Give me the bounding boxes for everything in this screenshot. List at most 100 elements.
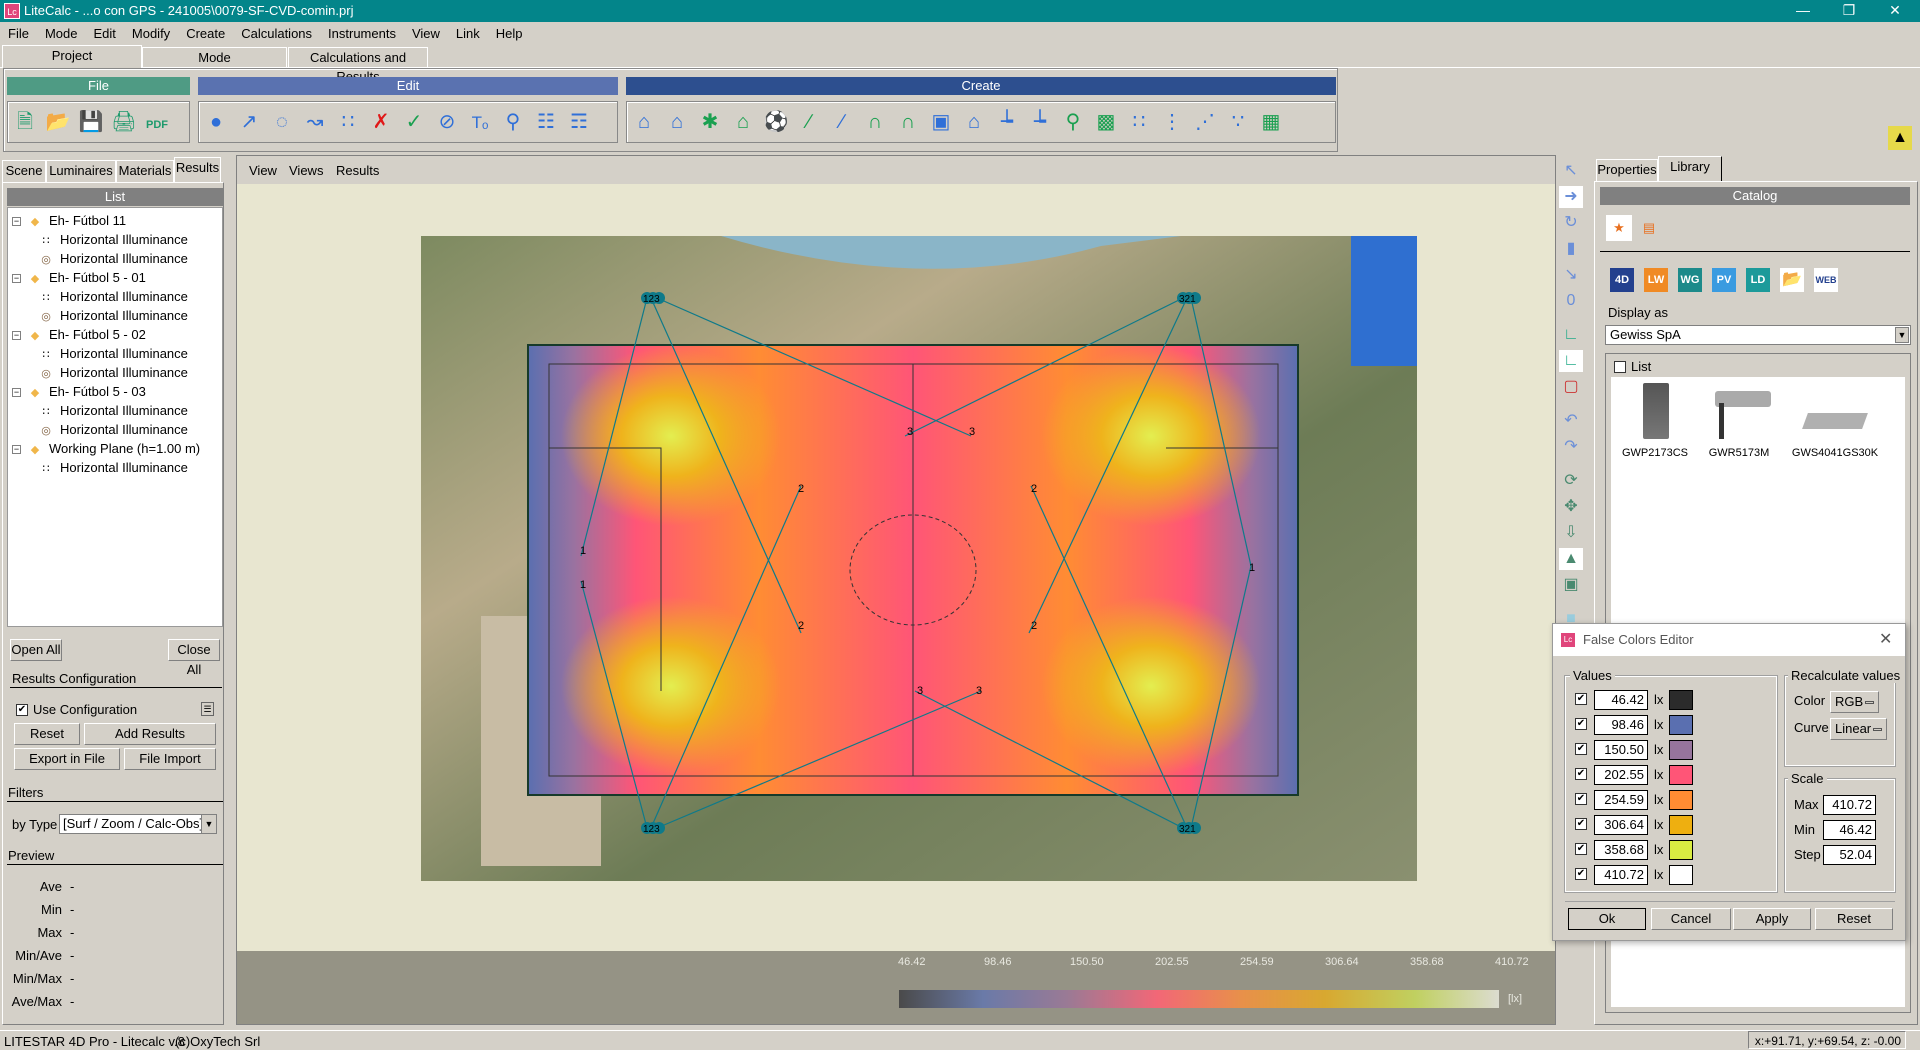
web-source-icon[interactable]: WEB [1814,268,1838,292]
circle-points-icon[interactable]: ◌ [268,108,296,136]
building-road-icon[interactable]: ⌂ [630,108,658,136]
color-swatch[interactable] [1669,765,1693,785]
tab-project[interactable]: Project [2,45,142,68]
min-input[interactable]: 46.42 [1823,820,1876,840]
tree-leaf[interactable]: ∷ Horizontal Illuminance [38,344,188,363]
down-icon[interactable]: ⇩ [1559,522,1583,544]
axes-icon[interactable]: ∟ [1559,324,1583,346]
value-enable-checkbox[interactable]: ✔ [1575,693,1587,705]
collapse-icon[interactable]: − [12,388,21,397]
list-checkbox[interactable] [1614,361,1626,373]
hierarchy-icon[interactable]: ☷ [532,108,560,136]
ok-button[interactable]: Ok [1568,908,1646,930]
dialog-close-button[interactable]: ✕ [1879,629,1892,649]
chevron-down-icon[interactable]: ▼ [201,815,216,833]
tab-materials[interactable]: Materials [116,160,174,182]
color-swatch[interactable] [1669,865,1693,885]
menu-mode[interactable]: Mode [37,22,86,41]
tab-scene[interactable]: Scene [2,160,46,182]
lamp-icon[interactable]: ▲ [1888,126,1912,150]
add-point-icon[interactable]: ● [202,108,230,136]
value-enable-checkbox[interactable]: ✔ [1575,793,1587,805]
scale-icon[interactable]: ▮ [1559,238,1583,260]
value-enable-checkbox[interactable]: ✔ [1575,868,1587,880]
redo-icon[interactable]: ↷ [1559,436,1583,458]
value-input[interactable]: 98.46 [1594,715,1648,735]
tree-node[interactable]: − ◆ Eh- Fútbol 5 - 03 [12,382,146,401]
menu-edit[interactable]: Edit [85,22,123,41]
4d-source-icon[interactable]: 4D [1610,268,1634,292]
mouse-icon[interactable]: ▲ [1559,548,1583,570]
new-file-icon[interactable]: 🗎 [11,108,39,136]
menu-link[interactable]: Link [448,22,488,41]
display-as-select[interactable]: Gewiss SpA ▼ [1605,325,1911,345]
room-icon[interactable]: ▣ [927,108,955,136]
grid-array-icon[interactable]: ∷ [1125,108,1153,136]
reset-button[interactable]: Reset [14,723,80,745]
text-icon[interactable]: Tₒ [466,109,494,137]
tree-leaf[interactable]: ∷ Horizontal Illuminance [38,401,188,420]
ld-source-icon[interactable]: LD [1746,268,1770,292]
color-swatch[interactable] [1669,715,1693,735]
value-enable-checkbox[interactable]: ✔ [1575,843,1587,855]
select-arrow-icon[interactable]: ↖ [1559,160,1583,182]
menu-help[interactable]: Help [488,22,531,41]
surface-polygon-icon[interactable]: ┶ [1026,108,1054,136]
zero-icon[interactable]: 0 [1559,290,1583,312]
tab-mode[interactable]: Mode [142,47,287,68]
circle-array-icon[interactable]: ⋮ [1158,108,1186,136]
orbit-icon[interactable]: ⟳ [1559,470,1583,492]
menu-file[interactable]: File [0,22,37,41]
tunnel-road-icon[interactable]: ∩ [861,108,889,136]
local-axes-icon[interactable]: ∟ [1559,350,1583,372]
tab-luminaires[interactable]: Luminaires [46,160,116,182]
tree-node[interactable]: − ◆ Working Plane (h=1.00 m) [12,439,200,458]
color-select[interactable]: RGB [1830,691,1879,713]
view-menu-views[interactable]: Views [289,163,323,178]
tree-leaf[interactable]: ∷ Horizontal Illuminance [38,230,188,249]
outdoor-house-icon[interactable]: ⌂ [729,108,757,136]
tab-properties[interactable]: Properties [1596,159,1658,181]
color-swatch[interactable] [1669,840,1693,860]
product-item[interactable]: GWS4041GS30K [1785,383,1885,469]
apply-button[interactable]: Apply [1733,908,1811,930]
lw-source-icon[interactable]: LW [1644,268,1668,292]
close-all-button[interactable]: Close All [168,639,220,677]
line-points-icon[interactable]: ↗ [235,108,263,136]
tunnel-icon[interactable]: ∩ [894,108,922,136]
wall-surface-icon[interactable]: ▩ [1092,108,1120,136]
value-enable-checkbox[interactable]: ✔ [1575,768,1587,780]
restore-button[interactable]: ❐ [1826,0,1872,22]
chevron-down-icon[interactable]: ▼ [1895,327,1909,343]
3d-viewport[interactable]: 123 321 123 321 3 3 2 2 2 2 1 1 1 3 3 [237,184,1555,979]
value-input[interactable]: 358.68 [1594,840,1648,860]
move-icon[interactable]: ➜ [1559,186,1583,208]
collapse-icon[interactable]: − [12,217,21,226]
value-enable-checkbox[interactable]: ✔ [1575,718,1587,730]
tab-calculations-results[interactable]: Calculations and Results [288,47,428,84]
product-item[interactable]: GWP2173CS [1617,383,1693,469]
open-all-button[interactable]: Open All [10,639,62,661]
collapse-icon[interactable]: − [12,274,21,283]
cancel-button[interactable]: Cancel [1651,908,1731,930]
tab-library[interactable]: Library [1658,156,1722,181]
sofa-catalog-icon[interactable]: ▤ [1636,215,1662,241]
value-input[interactable]: 254.59 [1594,790,1648,810]
tree-leaf[interactable]: ∷ Horizontal Illuminance [38,458,188,477]
luminaire-catalog-icon[interactable]: ★ [1606,215,1632,241]
fit-view-icon[interactable]: ▣ [1559,574,1583,596]
luminaire-pole-icon[interactable]: ⚲ [1059,108,1087,136]
use-config-checkbox[interactable]: ✔ [16,704,28,716]
outdoor-area-icon[interactable]: ✱ [696,108,724,136]
value-input[interactable]: 46.42 [1594,690,1648,710]
curve-select[interactable]: Linear [1830,718,1887,740]
value-enable-checkbox[interactable]: ✔ [1575,743,1587,755]
value-input[interactable]: 202.55 [1594,765,1648,785]
tree-node[interactable]: − ◆ Eh- Fútbol 5 - 02 [12,325,146,344]
color-swatch[interactable] [1669,790,1693,810]
house-icon[interactable]: ⌂ [663,108,691,136]
pair-array-icon[interactable]: ∵ [1224,108,1252,136]
validate-points-icon[interactable]: ✓ [400,108,428,136]
color-swatch[interactable] [1669,740,1693,760]
road-icon[interactable]: ∕ [795,108,823,136]
